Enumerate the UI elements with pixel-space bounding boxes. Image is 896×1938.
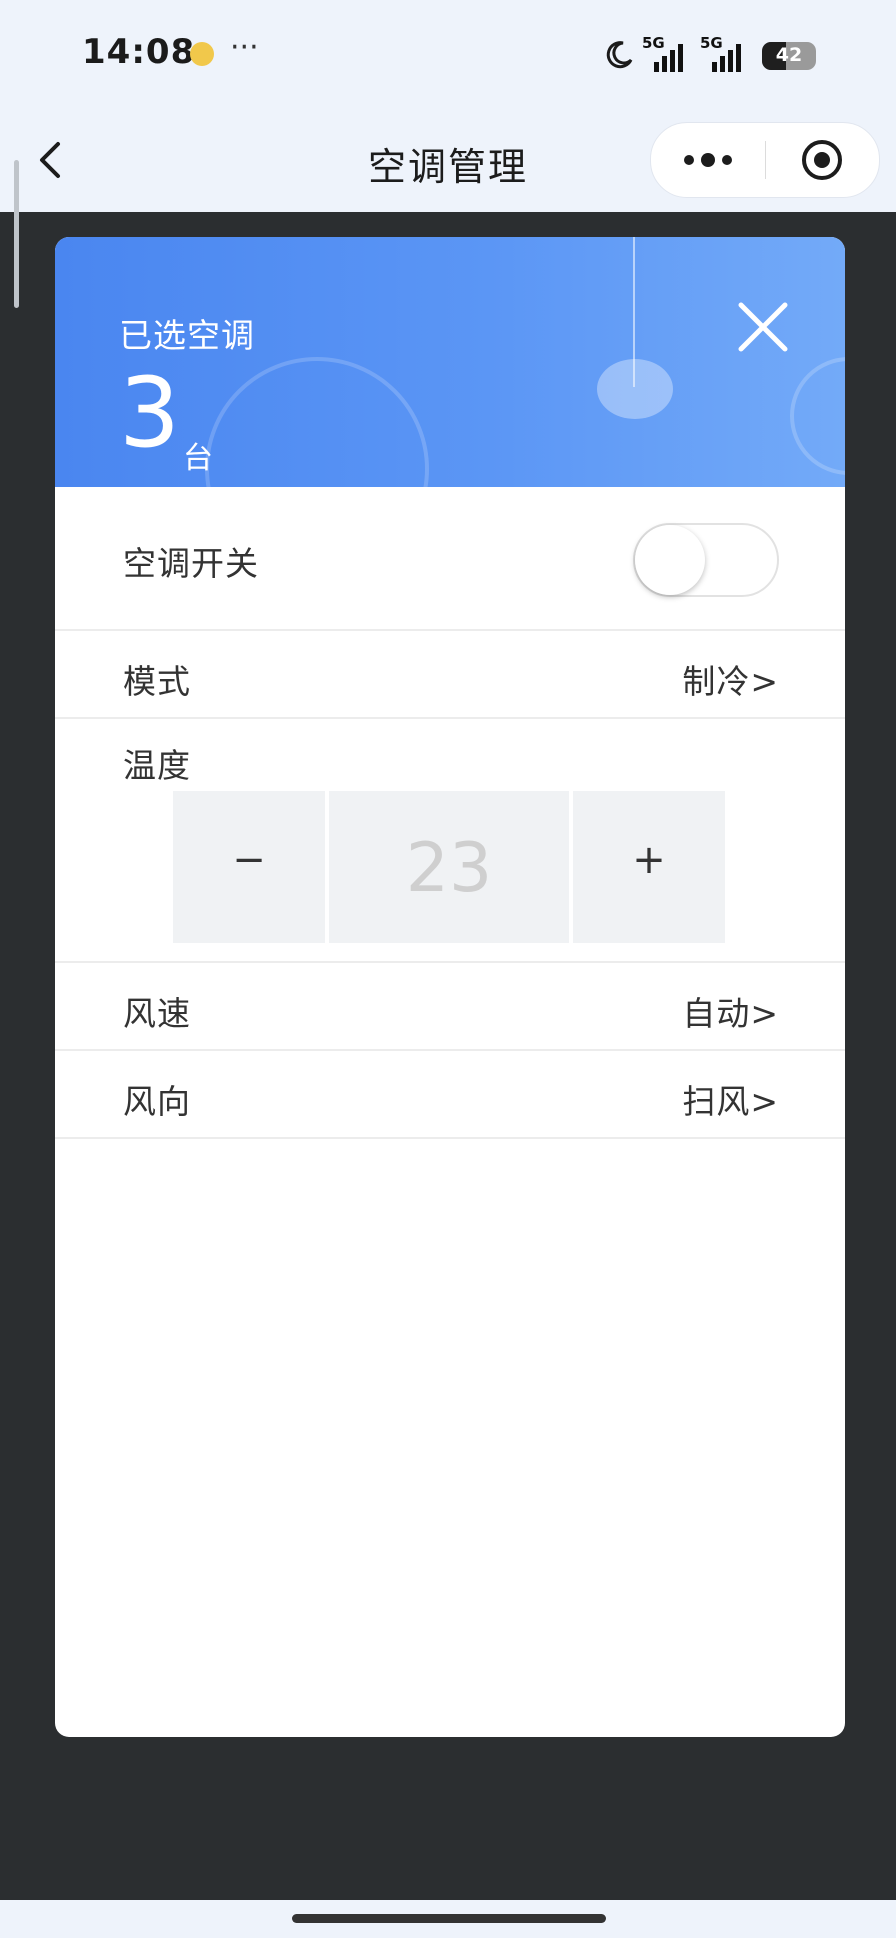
temperature-stepper: − 23 + [173,791,729,943]
status-time: 14:08 [82,32,196,72]
temperature-value-field[interactable]: 23 [329,791,569,943]
close-icon [738,302,788,352]
header-decoration [790,357,845,475]
selected-ac-label: 已选空调 [119,316,255,355]
toggle-knob [635,525,705,595]
target-circle-icon [802,140,842,180]
signal-strength-icon: 5G [642,34,688,72]
battery-icon: 42 [762,42,816,70]
signal-strength-icon: 5G [700,34,746,72]
nav-bar: 空调管理 [0,110,896,212]
temperature-decrease-button[interactable]: − [173,791,325,943]
notification-icon [190,42,214,66]
fan-direction-row[interactable]: 风向 扫风> [55,1051,845,1139]
ac-control-panel: 已选空调 3 台 空调开关 模式 制冷> 温度 − 23 + 风速 自动> 风向… [55,237,845,1737]
close-panel-button[interactable] [735,299,791,355]
fan-direction-label: 风向 [123,1082,191,1121]
mode-label: 模式 [123,662,191,701]
more-dots-icon [684,153,732,167]
temperature-increase-button[interactable]: + [573,791,725,943]
exit-mini-program-button[interactable] [765,123,879,197]
scrollbar[interactable] [14,160,19,308]
fan-speed-value: 自动> [682,994,779,1033]
fan-speed-row[interactable]: 风速 自动> [55,963,845,1051]
home-indicator[interactable] [292,1914,606,1923]
temperature-value: 23 [405,829,493,908]
mode-value: 制冷> [682,662,779,701]
minus-icon: − [232,837,266,883]
panel-header: 已选空调 3 台 [55,237,845,581]
plus-icon: + [632,837,666,883]
status-bar: 14:08 ··· 5G 5G 42 [0,0,896,110]
fan-direction-value: 扫风> [682,1082,779,1121]
more-button[interactable] [651,123,765,197]
battery-level: 42 [775,44,803,66]
power-toggle[interactable] [633,523,779,597]
temperature-label: 温度 [123,746,191,785]
mode-row[interactable]: 模式 制冷> [55,631,845,719]
header-decoration [597,359,673,419]
status-more-indicator: ··· [230,30,259,65]
power-label: 空调开关 [123,544,259,583]
selected-ac-unit: 台 [183,441,213,476]
temperature-row: 温度 − 23 + [55,719,845,963]
mini-program-capsule [650,122,880,198]
selected-ac-count: 3 [119,357,181,469]
fan-speed-label: 风速 [123,994,191,1033]
home-bar [0,1900,896,1938]
moon-icon [606,41,633,69]
power-row: 空调开关 [55,487,845,631]
